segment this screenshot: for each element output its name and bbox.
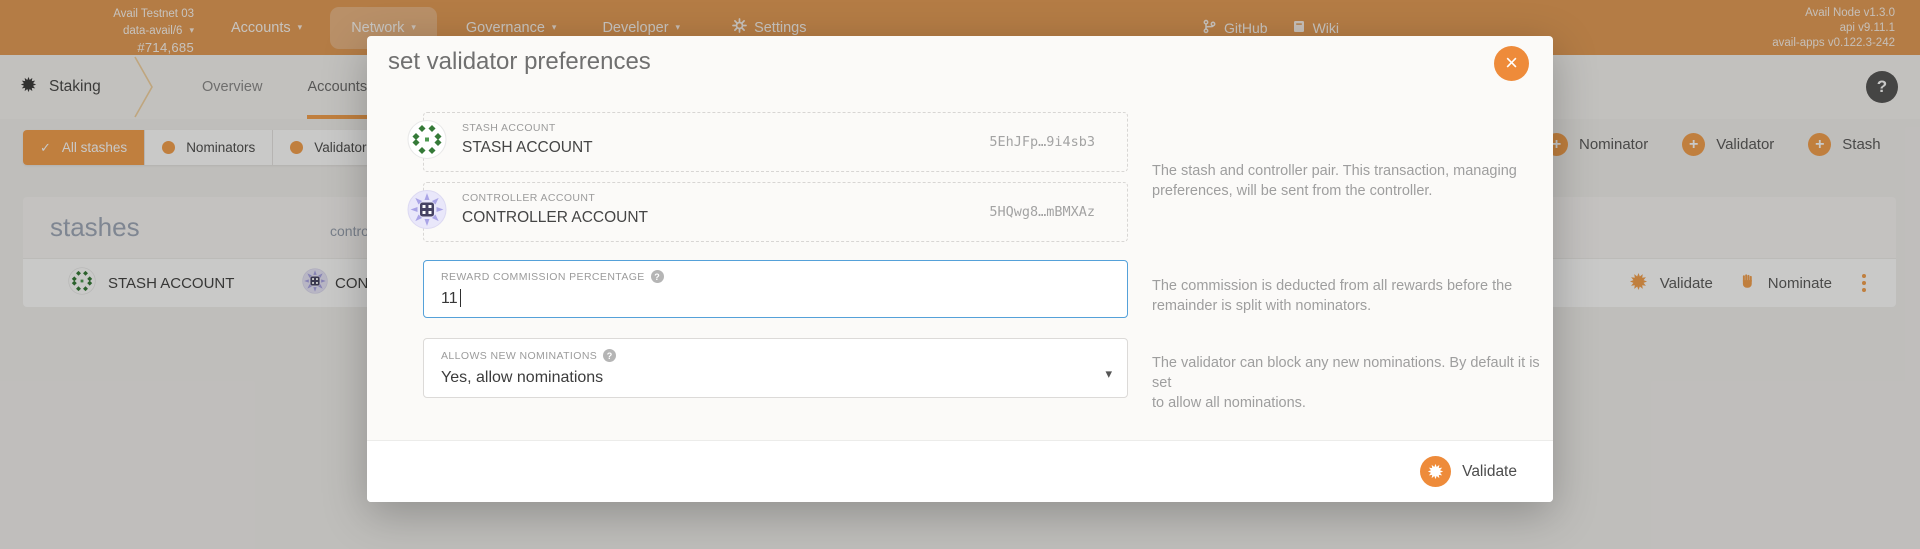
stash-field-label: STASH ACCOUNT xyxy=(462,122,1127,134)
controller-field-label: CONTROLLER ACCOUNT xyxy=(462,192,1127,204)
nominations-label: ALLOWS NEW NOMINATIONS xyxy=(441,350,597,362)
controller-identicon xyxy=(407,190,447,235)
commission-input[interactable]: REWARD COMMISSION PERCENTAGE 11 xyxy=(423,260,1128,318)
set-validator-preferences-modal: set validator preferences STASH ACCOUNT … xyxy=(367,36,1553,502)
nominations-help-text: The validator can block any new nominati… xyxy=(1152,353,1560,413)
stash-account-field: STASH ACCOUNT STASH ACCOUNT 5EhJFp…9i4sb… xyxy=(423,112,1128,172)
commission-value: 11 xyxy=(441,290,458,307)
text-cursor xyxy=(460,289,462,307)
stash-account-address: 5EhJFp…9i4sb3 xyxy=(989,134,1095,150)
controller-account-address: 5HQwg8…mBMXAz xyxy=(989,204,1095,220)
question-icon xyxy=(651,270,664,283)
question-icon xyxy=(603,349,616,362)
chevron-down-icon xyxy=(1105,366,1112,382)
nominations-select[interactable]: ALLOWS NEW NOMINATIONS Yes, allow nomina… xyxy=(423,338,1128,398)
commission-help-text: The commission is deducted from all rewa… xyxy=(1152,276,1560,316)
stash-identicon xyxy=(407,120,447,165)
modal-footer: Validate xyxy=(367,440,1553,502)
modal-title: set validator preferences xyxy=(388,48,651,76)
sun-icon xyxy=(1420,456,1451,487)
validate-submit-button[interactable]: Validate xyxy=(1420,456,1517,487)
controller-account-field: CONTROLLER ACCOUNT CONTROLLER ACCOUNT 5H… xyxy=(423,182,1128,242)
commission-label: REWARD COMMISSION PERCENTAGE xyxy=(441,271,645,283)
nominations-value: Yes, allow nominations xyxy=(441,369,1127,387)
validate-label: Validate xyxy=(1462,463,1517,481)
accounts-help-text: The stash and controller pair. This tran… xyxy=(1152,161,1560,201)
close-icon[interactable] xyxy=(1494,46,1529,81)
